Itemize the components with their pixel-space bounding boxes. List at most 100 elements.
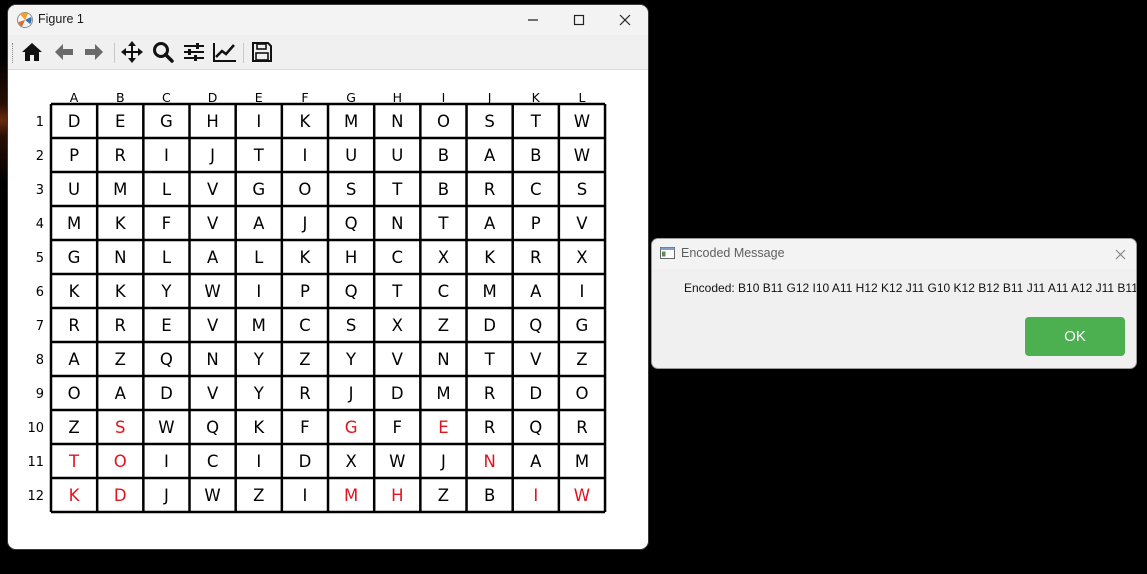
grid-cell: M [252, 316, 266, 335]
grid-cell: W [204, 282, 220, 301]
grid-cell: D [299, 452, 312, 471]
pan-icon [121, 41, 143, 63]
letter-grid: A B C D E F G H I J K L123456789101112D E G H I K M N O S T WP… [27, 90, 607, 514]
grid-cell: X [438, 248, 449, 267]
dialog-close-button[interactable] [1110, 244, 1130, 264]
grid-cell: V [392, 350, 404, 369]
row-label: 8 [36, 353, 44, 368]
grid-cell: C [299, 316, 311, 335]
grid-cell: L [162, 180, 172, 199]
grid-cell: R [576, 418, 587, 437]
grid-cell: M [436, 384, 450, 403]
grid-cell: A [207, 248, 219, 267]
grid-cell: L [254, 248, 264, 267]
grid-cell: I [302, 146, 307, 165]
row-label: 3 [36, 183, 44, 198]
grid-cell: N [391, 112, 403, 131]
minimize-button[interactable] [510, 5, 556, 35]
back-arrow-icon [55, 44, 73, 60]
highlighted-grid-cell: N [483, 452, 495, 471]
grid-cell: D [68, 112, 81, 131]
grid-cell: U [68, 180, 80, 199]
toolbar-grip [12, 43, 15, 63]
home-icon [22, 43, 42, 61]
grid-cell: K [69, 282, 81, 301]
edit-axis-button[interactable] [211, 39, 239, 65]
grid-cell: T [484, 350, 496, 369]
grid-cell: W [204, 486, 220, 505]
highlighted-grid-cell: H [391, 486, 403, 505]
grid-cell: N [391, 214, 403, 233]
grid-cell: F [393, 418, 403, 437]
highlighted-grid-cell: G [345, 418, 358, 437]
highlighted-grid-cell: S [115, 418, 125, 437]
row-label: 9 [36, 387, 44, 402]
grid-cell: Y [253, 350, 265, 369]
toolbar-separator [243, 43, 244, 63]
home-button[interactable] [18, 39, 46, 65]
save-button[interactable] [248, 39, 276, 65]
close-button[interactable] [602, 5, 648, 35]
window-icon [660, 247, 675, 259]
zoom-button[interactable] [149, 39, 177, 65]
grid-cell: T [530, 112, 542, 131]
grid-cell: Q [529, 418, 542, 437]
grid-cell: K [115, 282, 127, 301]
figure-window: Figure 1 A B C D E F G H I J K L 1 2 3 4… [8, 5, 648, 549]
grid-cell: I [164, 452, 169, 471]
forward-button[interactable] [80, 39, 108, 65]
row-label: 5 [36, 251, 44, 266]
grid-cell: C [207, 452, 219, 471]
grid-cell: V [530, 350, 542, 369]
grid-cell: B [438, 180, 449, 199]
grid-cell: I [580, 282, 585, 301]
grid-cell: I [256, 282, 261, 301]
edit-axis-icon [213, 43, 236, 62]
grid-cell: O [575, 384, 588, 403]
grid-cell: J [209, 146, 215, 165]
grid-cell: Z [68, 418, 79, 437]
encoded-message-dialog: Encoded Message Encoded: B10 B11 G12 I10… [652, 239, 1136, 368]
grid-cell: L [162, 248, 172, 267]
grid-cell: K [484, 248, 496, 267]
grid-cell: E [115, 112, 125, 131]
grid-cell: Z [299, 350, 310, 369]
grid-cell: S [484, 112, 494, 131]
grid-cell: H [345, 248, 357, 267]
navigation-toolbar [8, 35, 648, 70]
ok-button[interactable]: OK [1025, 317, 1125, 356]
grid-cell: I [302, 486, 307, 505]
grid-cell: R [530, 248, 541, 267]
grid-cell: J [301, 214, 307, 233]
grid-cell: G [68, 248, 81, 267]
grid-cell: Q [345, 214, 358, 233]
grid-cell: V [207, 180, 219, 199]
grid-cell: E [161, 316, 171, 335]
grid-cell: V [207, 316, 219, 335]
grid-cell: O [298, 180, 311, 199]
grid-cell: R [484, 384, 495, 403]
row-label: 2 [36, 149, 44, 164]
pan-button[interactable] [118, 39, 146, 65]
grid-cell: G [160, 112, 173, 131]
grid-cell: K [253, 418, 265, 437]
configure-subplots-icon [184, 43, 204, 61]
grid-cell: I [164, 146, 169, 165]
configure-subplots-button[interactable] [180, 39, 208, 65]
grid-cell: D [483, 316, 496, 335]
zoom-icon [153, 42, 174, 63]
maximize-button[interactable] [556, 5, 602, 35]
row-label: 11 [27, 455, 44, 470]
grid-cell: Z [576, 350, 587, 369]
grid-cell: Q [345, 282, 358, 301]
grid-cell: V [576, 214, 588, 233]
row-label: 10 [27, 421, 44, 436]
grid-cell: Z [438, 316, 449, 335]
grid-cell: R [68, 316, 79, 335]
row-label: 7 [36, 319, 44, 334]
highlighted-grid-cell: D [114, 486, 127, 505]
highlighted-grid-cell: W [574, 486, 590, 505]
grid-cell: M [67, 214, 81, 233]
grid-cell: Y [160, 282, 172, 301]
back-button[interactable] [50, 39, 78, 65]
